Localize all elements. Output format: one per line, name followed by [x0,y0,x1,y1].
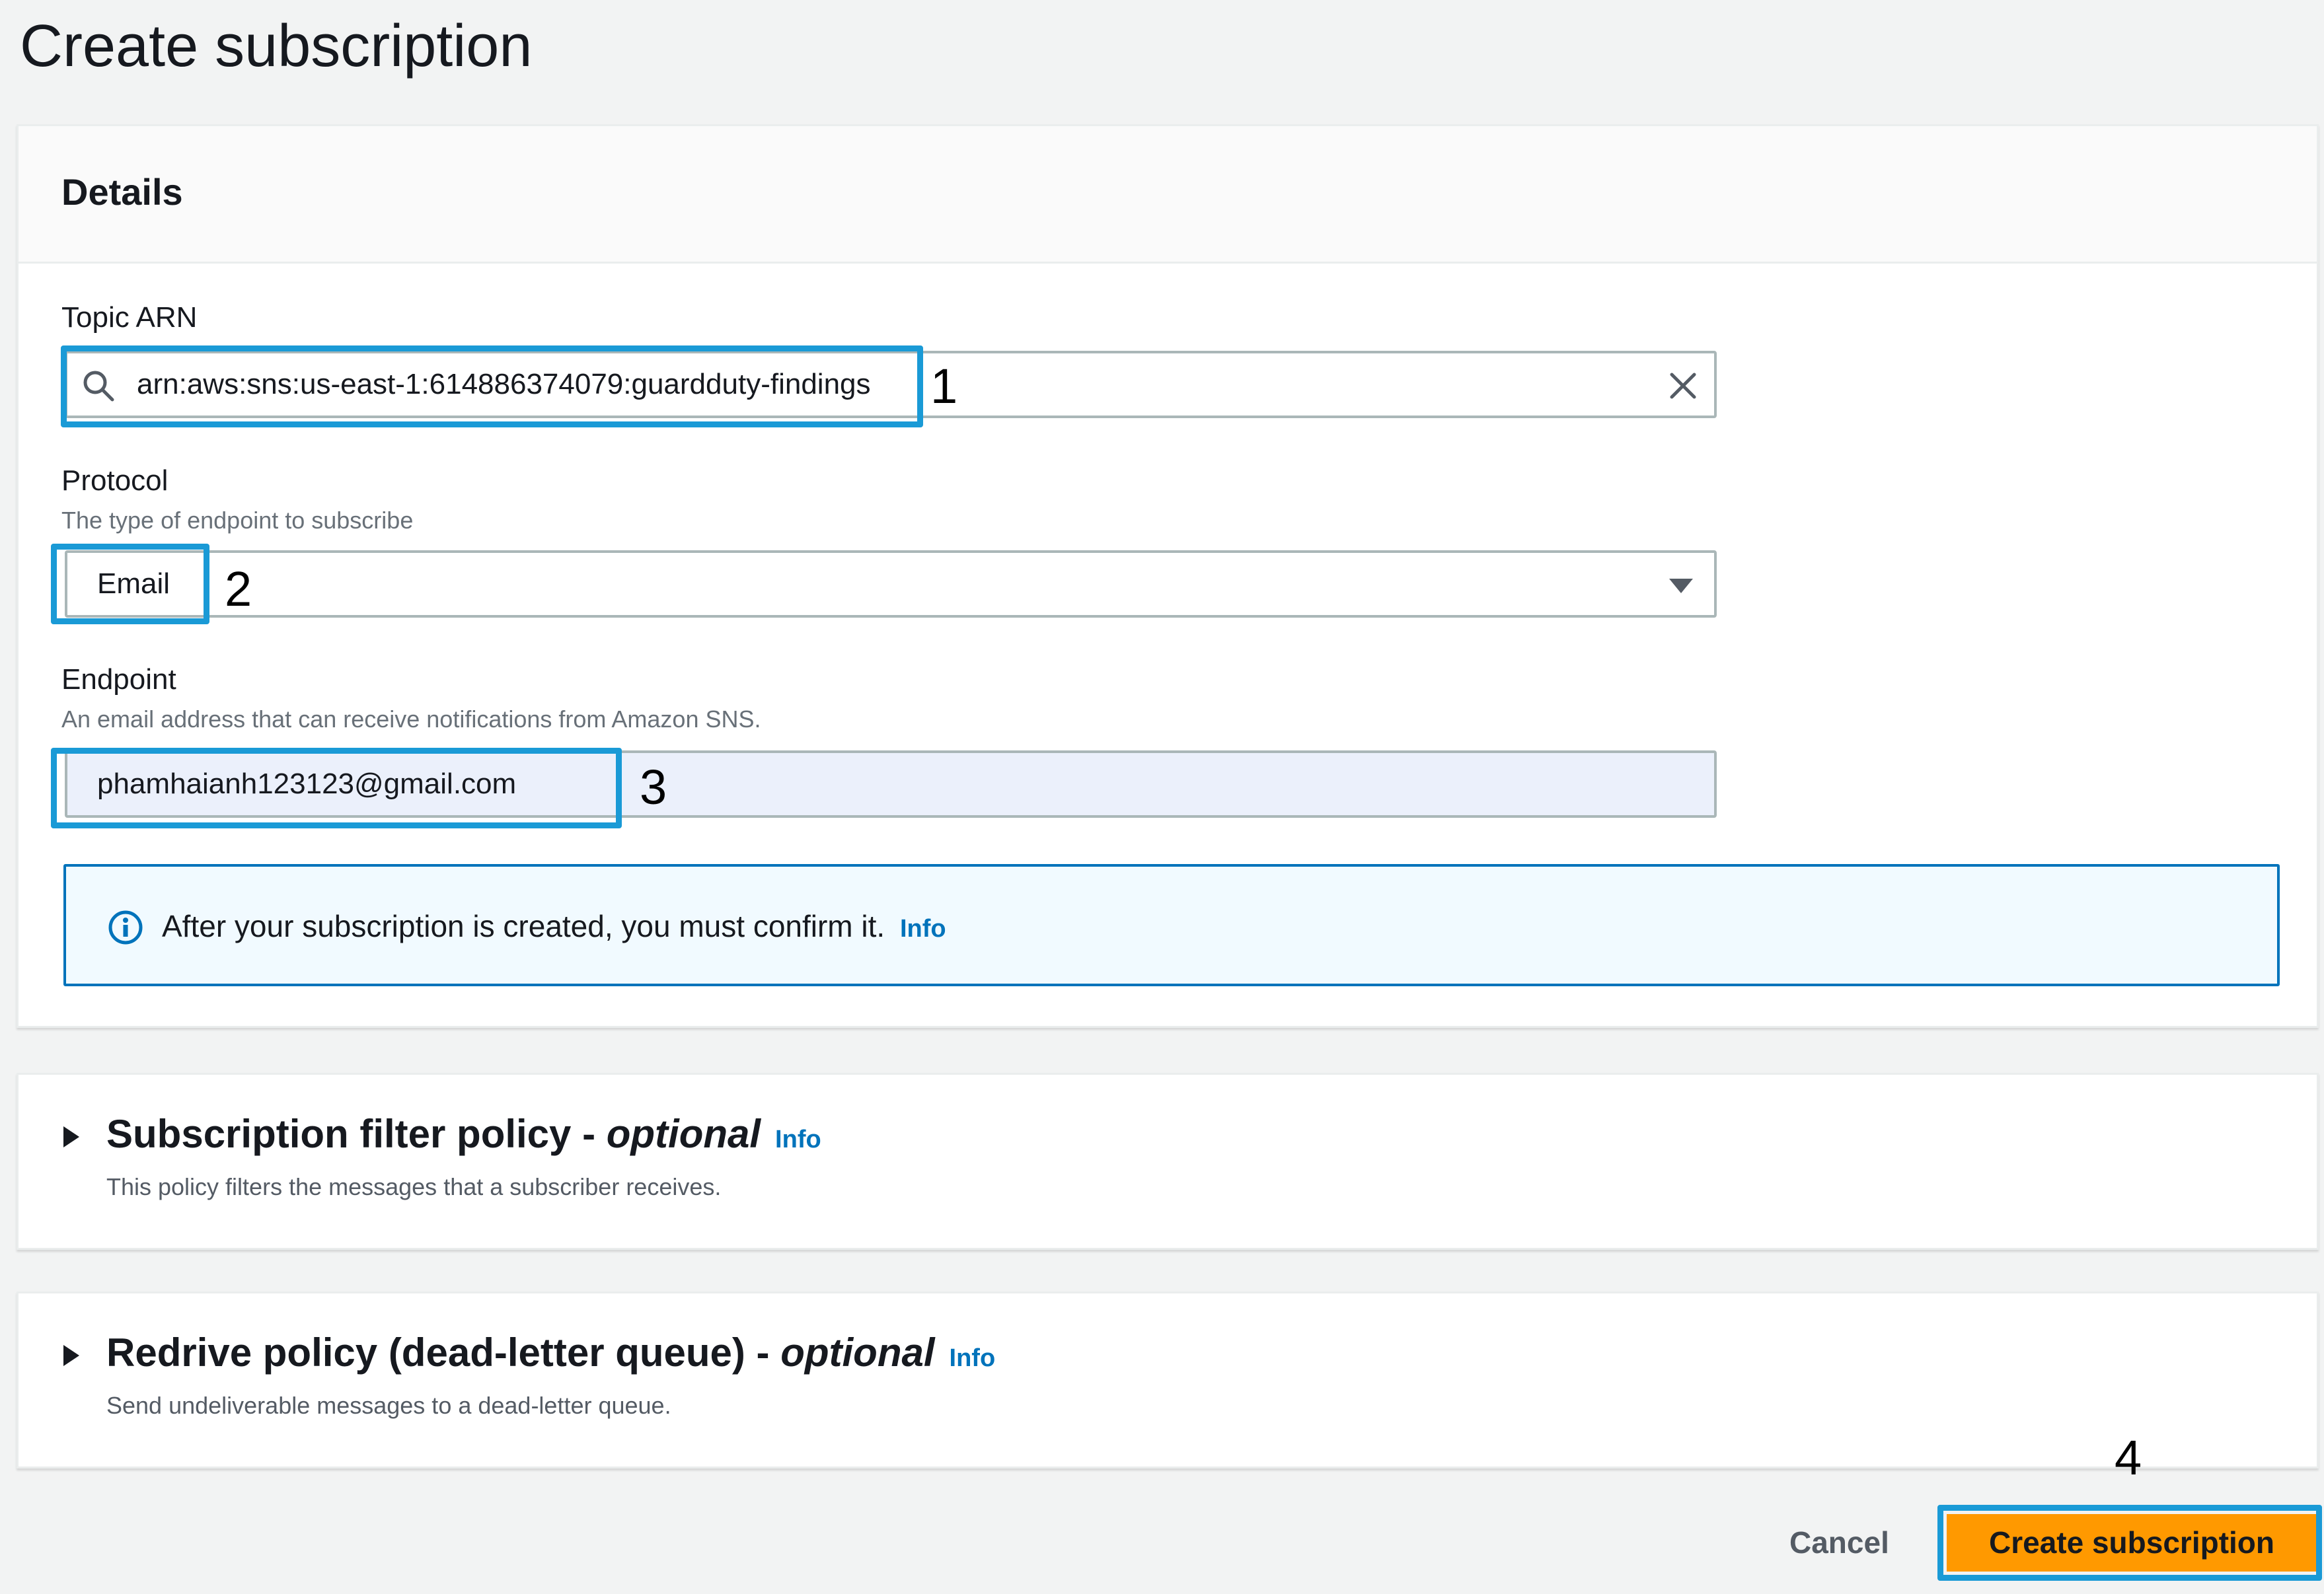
expand-caret-icon[interactable] [63,1345,79,1366]
protocol-label: Protocol [61,464,169,497]
alert-text: After your subscription is created, you … [162,909,885,943]
page-title: Create subscription [20,13,533,79]
details-header: Details [19,126,2317,264]
step-number-2: 2 [225,562,252,616]
cancel-button[interactable]: Cancel [1789,1523,1889,1562]
redrive-policy-title[interactable]: Redrive policy (dead-letter queue) - opt… [106,1326,995,1385]
details-panel: Details Topic ARN arn:aws:sns:us-east-1:… [17,124,2319,1028]
alert-text-row: After your subscription is created, you … [162,906,946,949]
step-number-4: 4 [2115,1430,2142,1485]
highlight-box-endpoint [51,748,622,828]
info-icon [108,910,143,945]
highlight-box-topic-arn [61,345,923,427]
redrive-policy-optional: optional [780,1330,935,1375]
filter-policy-title[interactable]: Subscription filter policy - optional Inf… [106,1108,821,1166]
redrive-policy-info-link[interactable]: Info [950,1344,996,1372]
filter-policy-optional: optional [606,1112,761,1156]
confirm-alert: After your subscription is created, you … [63,864,2280,986]
alert-info-link[interactable]: Info [900,915,946,943]
filter-policy-panel[interactable]: Subscription filter policy - optional Inf… [17,1073,2319,1250]
protocol-select[interactable]: Email [65,550,1717,618]
clear-icon[interactable] [1667,369,1700,402]
filter-policy-info-link[interactable]: Info [775,1126,821,1153]
redrive-policy-panel[interactable]: Redrive policy (dead-letter queue) - opt… [17,1291,2319,1468]
filter-policy-title-text: Subscription filter policy - [106,1112,607,1156]
topic-arn-label: Topic ARN [61,301,198,334]
step-number-1: 1 [930,359,958,414]
redrive-policy-title-text: Redrive policy (dead-letter queue) - [106,1330,781,1375]
highlight-box-protocol [51,544,209,624]
expand-caret-icon[interactable] [63,1126,79,1147]
highlight-box-create [1937,1505,2322,1581]
redrive-policy-description: Send undeliverable messages to a dead-le… [106,1392,671,1419]
details-title: Details [61,171,183,213]
filter-policy-description: This policy filters the messages that a … [106,1173,722,1200]
caret-down-icon [1669,579,1693,593]
step-number-3: 3 [640,760,667,815]
protocol-description: The type of endpoint to subscribe [61,507,414,534]
endpoint-label: Endpoint [61,663,176,696]
endpoint-description: An email address that can receive notifi… [61,706,761,733]
